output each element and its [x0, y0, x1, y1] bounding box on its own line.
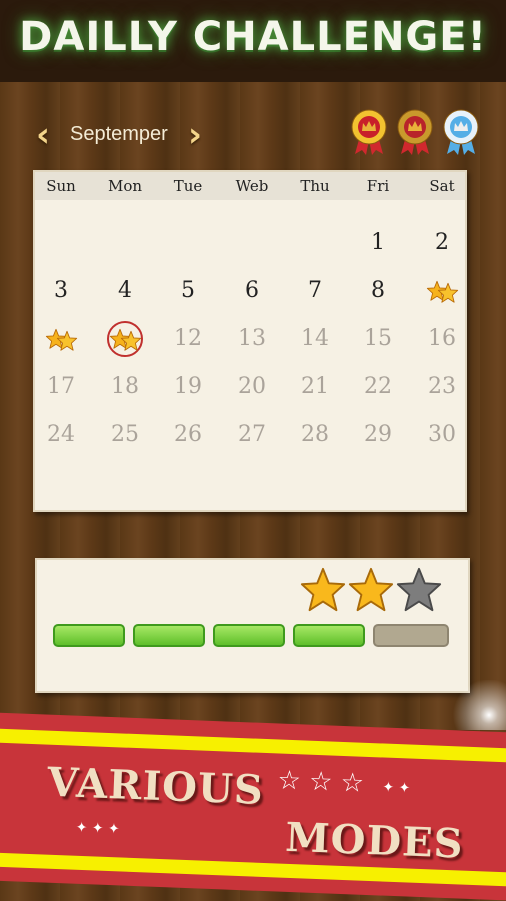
star-icon [437, 282, 459, 304]
day-22[interactable]: 22 [353, 374, 403, 399]
progress-segment-filled [213, 624, 285, 647]
medal-gold-icon [350, 108, 388, 156]
day-1[interactable]: 1 [353, 230, 403, 255]
day-18[interactable]: 18 [100, 374, 150, 399]
banner-line-2: MODES [284, 813, 465, 868]
day-20[interactable]: 20 [227, 374, 277, 399]
day-19[interactable]: 19 [163, 374, 213, 399]
star-icon [56, 330, 78, 352]
weekday-sat: Sat [429, 177, 455, 195]
modes-banner: VARIOUS MODES ☆ ☆ ☆ ✦ ✦ ✦ ✦ ✦ [0, 712, 506, 901]
completed-day-11[interactable] [105, 321, 145, 357]
sparkle-star-icon: ☆ ☆ ☆ [277, 765, 365, 799]
completed-day-9[interactable] [422, 276, 462, 306]
medal-bronze-icon [396, 108, 434, 156]
day-29[interactable]: 29 [353, 422, 403, 447]
chevron-left-icon: ‹ [36, 115, 51, 155]
medal-silver-icon [442, 108, 480, 156]
day-26[interactable]: 26 [163, 422, 213, 447]
day-30[interactable]: 30 [417, 422, 467, 447]
weekday-sun: Sun [46, 177, 76, 195]
day-28[interactable]: 28 [290, 422, 340, 447]
prev-month-button[interactable]: ‹ [36, 118, 50, 152]
page-title: DAILLY CHALLENGE! [19, 14, 487, 60]
progress-segment-filled [53, 624, 125, 647]
sparkle-icon: ✦ ✦ ✦ [75, 819, 120, 838]
day-27[interactable]: 27 [227, 422, 277, 447]
star-empty-icon [395, 566, 443, 614]
next-month-button[interactable]: › [188, 118, 202, 152]
weekday-web: Web [235, 177, 269, 195]
star-filled-icon [299, 566, 347, 614]
progress-segment-filled [133, 624, 205, 647]
weekday-fri: Fri [366, 177, 390, 195]
progress-segment-empty [373, 624, 449, 647]
day-8[interactable]: 8 [353, 278, 403, 303]
day-17[interactable]: 17 [36, 374, 86, 399]
day-21[interactable]: 21 [290, 374, 340, 399]
day-12[interactable]: 12 [163, 326, 213, 351]
day-2[interactable]: 2 [417, 230, 467, 255]
weekday-thu: Thu [300, 177, 330, 195]
weekday-mon: Mon [107, 177, 143, 195]
day-15[interactable]: 15 [353, 326, 403, 351]
sparkle-icon: ✦ ✦ [382, 779, 411, 797]
star-icon [120, 330, 142, 352]
day-23[interactable]: 23 [417, 374, 467, 399]
day-25[interactable]: 25 [100, 422, 150, 447]
chevron-right-icon: › [188, 115, 203, 155]
day-4[interactable]: 4 [100, 278, 150, 303]
banner-stripe [0, 727, 506, 764]
completed-day-10[interactable] [41, 324, 81, 354]
progress-card [35, 558, 470, 693]
day-13[interactable]: 13 [227, 326, 277, 351]
day-5[interactable]: 5 [163, 278, 213, 303]
day-7[interactable]: 7 [290, 278, 340, 303]
day-16[interactable]: 16 [417, 326, 467, 351]
month-label: Septemper [70, 123, 168, 145]
weekday-header: Sun Mon Tue Web Thu Fri Sat [35, 172, 465, 200]
day-14[interactable]: 14 [290, 326, 340, 351]
banner-line-1: VARIOUS [46, 758, 265, 814]
star-filled-icon [347, 566, 395, 614]
day-24[interactable]: 24 [36, 422, 86, 447]
day-6[interactable]: 6 [227, 278, 277, 303]
weekday-tue: Tue [173, 177, 203, 195]
day-3[interactable]: 3 [36, 278, 86, 303]
calendar-card: Sun Mon Tue Web Thu Fri Sat 1 2 3 4 5 6 7 8 12 13 14 15 16… [33, 170, 467, 512]
progress-segment-filled [293, 624, 365, 647]
light-flare [440, 680, 506, 730]
